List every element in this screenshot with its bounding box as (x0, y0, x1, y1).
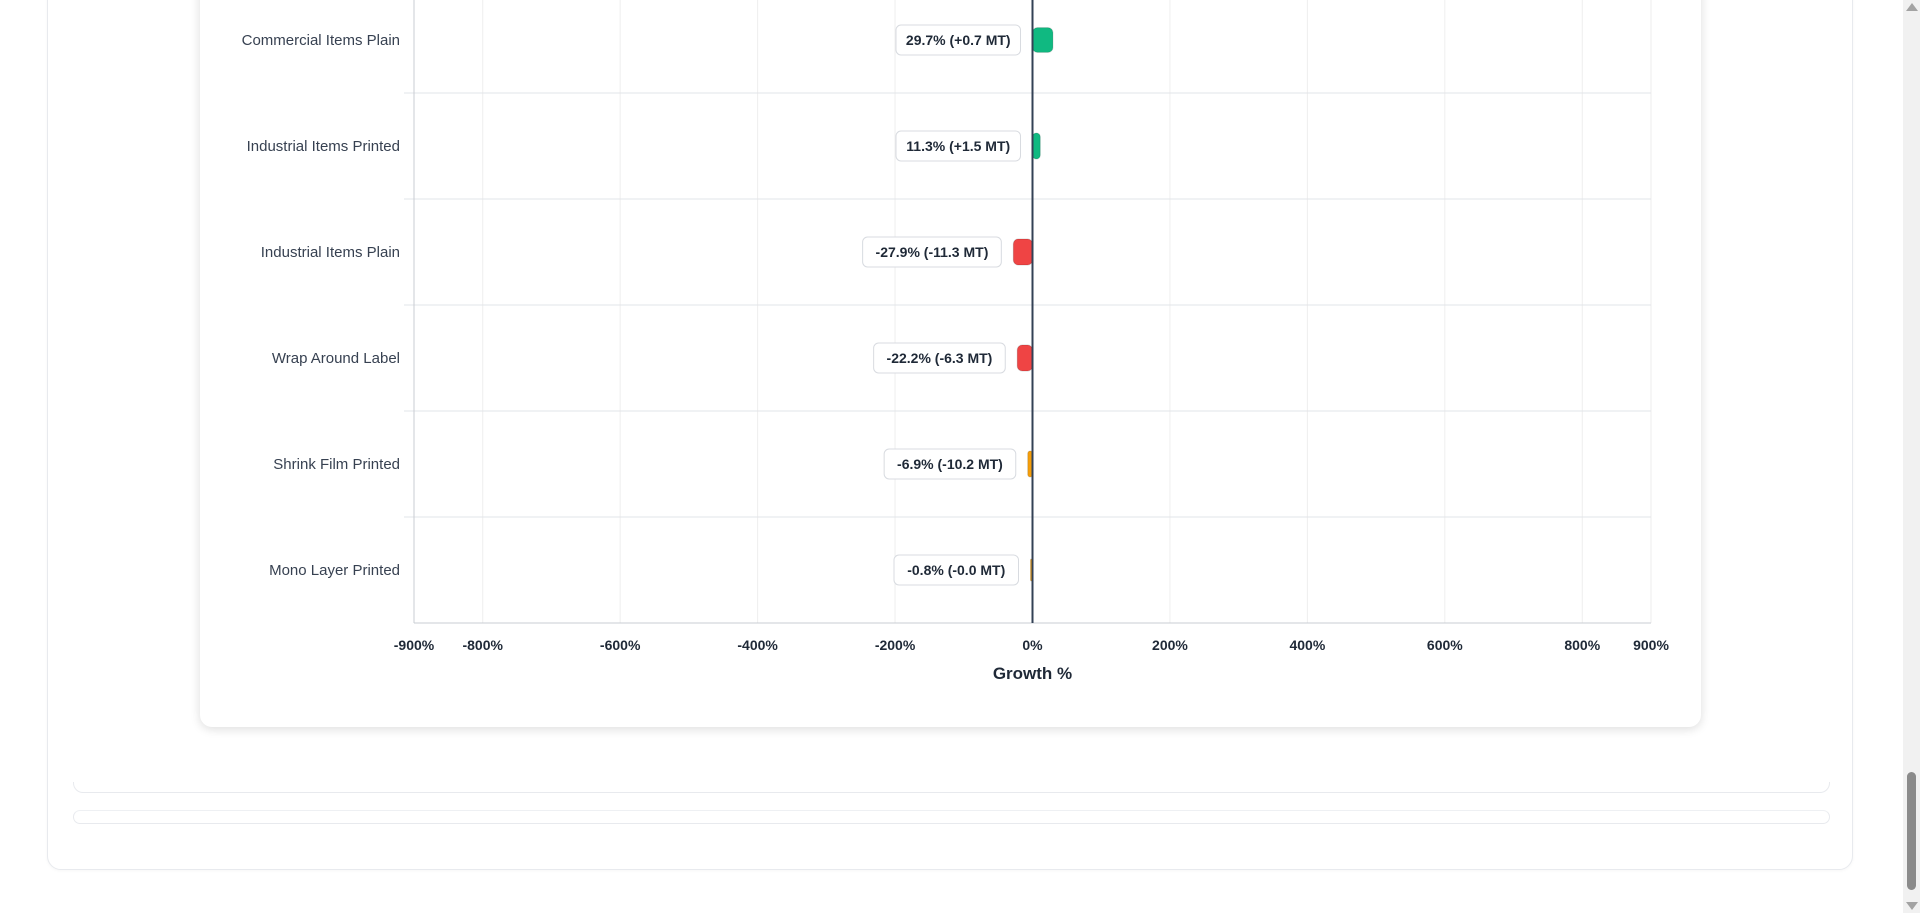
bar[interactable] (1012, 238, 1033, 266)
bar[interactable] (1032, 132, 1041, 160)
category-label: Industrial Items Printed (247, 138, 400, 155)
growth-chart-card: -900% -800% -600% -400% -200% 0% 200% 400% 600% 8… (200, 0, 1701, 727)
collapsed-section[interactable] (73, 810, 1830, 824)
x-tick-label: -600% (600, 637, 641, 653)
x-tick-label: 900% (1633, 637, 1669, 653)
x-tick-label: 400% (1289, 637, 1325, 653)
data-label: -6.9% (-10.2 MT) (897, 456, 1003, 472)
category-label: Mono Layer Printed (269, 562, 400, 579)
x-tick-label: 600% (1427, 637, 1463, 653)
data-label: -0.8% (-0.0 MT) (907, 562, 1005, 578)
category-label: Shrink Film Printed (273, 456, 400, 473)
x-tick-label: -200% (875, 637, 916, 653)
x-tick-label: 800% (1564, 637, 1600, 653)
scroll-up-arrow-icon[interactable] (1906, 3, 1918, 11)
x-tick-label: -900% (394, 637, 435, 653)
bar[interactable] (1032, 27, 1054, 53)
data-label: 11.3% (+1.5 MT) (906, 138, 1010, 154)
x-tick-label: 0% (1022, 637, 1043, 653)
vertical-scrollbar[interactable] (1903, 0, 1920, 913)
category-label: Wrap Around Label (272, 350, 400, 367)
data-label: -27.9% (-11.3 MT) (876, 244, 989, 260)
x-tick-label: -800% (462, 637, 503, 653)
x-tick-label: -400% (737, 637, 778, 653)
scroll-down-arrow-icon[interactable] (1906, 902, 1918, 910)
data-label: -22.2% (-6.3 MT) (887, 350, 993, 366)
category-label: Industrial Items Plain (261, 244, 400, 261)
growth-chart: -900% -800% -600% -400% -200% 0% 200% 400% 600% 8… (242, 0, 1669, 683)
data-label: 29.7% (+0.7 MT) (906, 32, 1011, 48)
collapsed-section[interactable] (73, 782, 1830, 793)
x-axis-title: Growth % (993, 664, 1072, 683)
x-tick-label: 200% (1152, 637, 1188, 653)
scrollbar-thumb[interactable] (1907, 772, 1916, 890)
bar[interactable] (1016, 344, 1033, 372)
category-label: Commercial Items Plain (242, 32, 400, 49)
